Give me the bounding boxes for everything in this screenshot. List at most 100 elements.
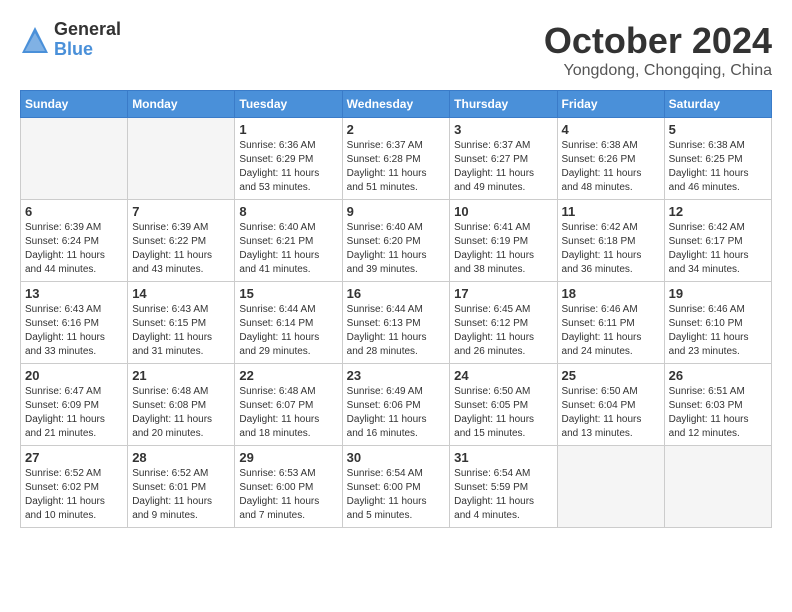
calendar-week-row: 20 Sunrise: 6:47 AM Sunset: 6:09 PM Dayli… xyxy=(21,364,772,446)
day-info: Sunrise: 6:38 AM Sunset: 6:26 PM Dayligh… xyxy=(562,139,660,195)
day-info: Sunrise: 6:38 AM Sunset: 6:25 PM Dayligh… xyxy=(669,139,767,195)
day-number: 22 xyxy=(239,368,337,383)
calendar-day-cell: 16Sunrise: 6:44 AM Sunset: 6:13 PM Dayli… xyxy=(342,282,450,364)
day-info: Sunrise: 6:43 AM Sunset: 6:15 PM Dayligh… xyxy=(132,303,230,359)
calendar-day-cell: 6 Sunrise: 6:39 AM Sunset: 6:24 PM Daylig… xyxy=(21,200,128,282)
day-number: 20 xyxy=(25,368,123,383)
day-number: 27 xyxy=(25,450,123,465)
day-number: 13 xyxy=(25,286,123,301)
day-number: 26 xyxy=(669,368,767,383)
month-title: October 2024 xyxy=(544,20,772,62)
calendar-week-row: 1 Sunrise: 6:36 AM Sunset: 6:29 PM Daylig… xyxy=(21,118,772,200)
calendar-day-cell: 5 Sunrise: 6:38 AM Sunset: 6:25 PM Daylig… xyxy=(664,118,771,200)
day-number: 5 xyxy=(669,122,767,137)
day-number: 7 xyxy=(132,204,230,219)
day-info: Sunrise: 6:53 AM Sunset: 6:00 PM Dayligh… xyxy=(239,467,337,523)
weekday-header-row: SundayMondayTuesdayWednesdayThursdayFrid… xyxy=(21,91,772,118)
calendar-day-cell: 22 Sunrise: 6:48 AM Sunset: 6:07 PM Dayli… xyxy=(235,364,342,446)
calendar-day-cell: 24Sunrise: 6:50 AM Sunset: 6:05 PM Dayli… xyxy=(450,364,557,446)
calendar-day-cell: 29Sunrise: 6:53 AM Sunset: 6:00 PM Dayli… xyxy=(235,446,342,528)
day-info: Sunrise: 6:37 AM Sunset: 6:28 PM Dayligh… xyxy=(347,139,446,195)
calendar-week-row: 6 Sunrise: 6:39 AM Sunset: 6:24 PM Daylig… xyxy=(21,200,772,282)
day-number: 14 xyxy=(132,286,230,301)
calendar-day-cell: 9Sunrise: 6:40 AM Sunset: 6:20 PM Daylig… xyxy=(342,200,450,282)
calendar-day-cell: 10 Sunrise: 6:41 AM Sunset: 6:19 PM Dayli… xyxy=(450,200,557,282)
calendar-day-cell xyxy=(21,118,128,200)
day-info: Sunrise: 6:47 AM Sunset: 6:09 PM Dayligh… xyxy=(25,385,123,441)
day-number: 23 xyxy=(347,368,446,383)
calendar-day-cell: 14 Sunrise: 6:43 AM Sunset: 6:15 PM Dayli… xyxy=(128,282,235,364)
calendar-day-cell: 8Sunrise: 6:40 AM Sunset: 6:21 PM Daylig… xyxy=(235,200,342,282)
calendar-day-cell: 27 Sunrise: 6:52 AM Sunset: 6:02 PM Dayli… xyxy=(21,446,128,528)
calendar-day-cell: 28 Sunrise: 6:52 AM Sunset: 6:01 PM Dayli… xyxy=(128,446,235,528)
day-info: Sunrise: 6:44 AM Sunset: 6:13 PM Dayligh… xyxy=(347,303,446,359)
weekday-header: Monday xyxy=(128,91,235,118)
weekday-header: Sunday xyxy=(21,91,128,118)
day-info: Sunrise: 6:44 AM Sunset: 6:14 PM Dayligh… xyxy=(239,303,337,359)
calendar-day-cell: 17 Sunrise: 6:45 AM Sunset: 6:12 PM Dayli… xyxy=(450,282,557,364)
day-number: 1 xyxy=(239,122,337,137)
day-number: 18 xyxy=(562,286,660,301)
calendar-day-cell: 26 Sunrise: 6:51 AM Sunset: 6:03 PM Dayli… xyxy=(664,364,771,446)
day-number: 25 xyxy=(562,368,660,383)
calendar-day-cell: 30Sunrise: 6:54 AM Sunset: 6:00 PM Dayli… xyxy=(342,446,450,528)
day-number: 10 xyxy=(454,204,552,219)
calendar-week-row: 13 Sunrise: 6:43 AM Sunset: 6:16 PM Dayli… xyxy=(21,282,772,364)
calendar-day-cell xyxy=(557,446,664,528)
day-number: 9 xyxy=(347,204,446,219)
weekday-header: Thursday xyxy=(450,91,557,118)
calendar-day-cell: 25 Sunrise: 6:50 AM Sunset: 6:04 PM Dayli… xyxy=(557,364,664,446)
page-header: General Blue October 2024 Yongdong, Chon… xyxy=(20,20,772,80)
calendar-day-cell: 19 Sunrise: 6:46 AM Sunset: 6:10 PM Dayli… xyxy=(664,282,771,364)
calendar-day-cell: 12Sunrise: 6:42 AM Sunset: 6:17 PM Dayli… xyxy=(664,200,771,282)
day-info: Sunrise: 6:41 AM Sunset: 6:19 PM Dayligh… xyxy=(454,221,552,277)
logo: General Blue xyxy=(20,20,121,60)
logo-text: General Blue xyxy=(54,20,121,60)
day-number: 31 xyxy=(454,450,552,465)
day-number: 11 xyxy=(562,204,660,219)
calendar-day-cell: 18 Sunrise: 6:46 AM Sunset: 6:11 PM Dayli… xyxy=(557,282,664,364)
calendar-day-cell xyxy=(128,118,235,200)
day-number: 28 xyxy=(132,450,230,465)
day-info: Sunrise: 6:43 AM Sunset: 6:16 PM Dayligh… xyxy=(25,303,123,359)
day-info: Sunrise: 6:42 AM Sunset: 6:17 PM Dayligh… xyxy=(669,221,767,277)
calendar-day-cell: 20 Sunrise: 6:47 AM Sunset: 6:09 PM Dayli… xyxy=(21,364,128,446)
logo-icon xyxy=(20,25,50,55)
day-number: 4 xyxy=(562,122,660,137)
day-number: 3 xyxy=(454,122,552,137)
calendar-day-cell: 15Sunrise: 6:44 AM Sunset: 6:14 PM Dayli… xyxy=(235,282,342,364)
day-info: Sunrise: 6:42 AM Sunset: 6:18 PM Dayligh… xyxy=(562,221,660,277)
day-info: Sunrise: 6:39 AM Sunset: 6:24 PM Dayligh… xyxy=(25,221,123,277)
weekday-header: Friday xyxy=(557,91,664,118)
day-info: Sunrise: 6:54 AM Sunset: 5:59 PM Dayligh… xyxy=(454,467,552,523)
day-info: Sunrise: 6:46 AM Sunset: 6:11 PM Dayligh… xyxy=(562,303,660,359)
day-number: 8 xyxy=(239,204,337,219)
day-info: Sunrise: 6:52 AM Sunset: 6:02 PM Dayligh… xyxy=(25,467,123,523)
day-number: 6 xyxy=(25,204,123,219)
day-info: Sunrise: 6:50 AM Sunset: 6:04 PM Dayligh… xyxy=(562,385,660,441)
calendar-day-cell: 4 Sunrise: 6:38 AM Sunset: 6:26 PM Daylig… xyxy=(557,118,664,200)
logo-blue-text: Blue xyxy=(54,40,121,60)
day-info: Sunrise: 6:51 AM Sunset: 6:03 PM Dayligh… xyxy=(669,385,767,441)
day-number: 17 xyxy=(454,286,552,301)
day-info: Sunrise: 6:39 AM Sunset: 6:22 PM Dayligh… xyxy=(132,221,230,277)
calendar-day-cell: 13 Sunrise: 6:43 AM Sunset: 6:16 PM Dayli… xyxy=(21,282,128,364)
day-number: 2 xyxy=(347,122,446,137)
day-number: 19 xyxy=(669,286,767,301)
calendar-day-cell: 21Sunrise: 6:48 AM Sunset: 6:08 PM Dayli… xyxy=(128,364,235,446)
calendar-day-cell: 7 Sunrise: 6:39 AM Sunset: 6:22 PM Daylig… xyxy=(128,200,235,282)
calendar-day-cell: 31 Sunrise: 6:54 AM Sunset: 5:59 PM Dayli… xyxy=(450,446,557,528)
day-info: Sunrise: 6:49 AM Sunset: 6:06 PM Dayligh… xyxy=(347,385,446,441)
day-number: 21 xyxy=(132,368,230,383)
calendar-day-cell: 1 Sunrise: 6:36 AM Sunset: 6:29 PM Daylig… xyxy=(235,118,342,200)
day-info: Sunrise: 6:46 AM Sunset: 6:10 PM Dayligh… xyxy=(669,303,767,359)
calendar-day-cell: 11 Sunrise: 6:42 AM Sunset: 6:18 PM Dayli… xyxy=(557,200,664,282)
day-info: Sunrise: 6:45 AM Sunset: 6:12 PM Dayligh… xyxy=(454,303,552,359)
day-info: Sunrise: 6:48 AM Sunset: 6:07 PM Dayligh… xyxy=(239,385,337,441)
calendar-day-cell: 23 Sunrise: 6:49 AM Sunset: 6:06 PM Dayli… xyxy=(342,364,450,446)
day-info: Sunrise: 6:36 AM Sunset: 6:29 PM Dayligh… xyxy=(239,139,337,195)
weekday-header: Saturday xyxy=(664,91,771,118)
day-info: Sunrise: 6:52 AM Sunset: 6:01 PM Dayligh… xyxy=(132,467,230,523)
day-info: Sunrise: 6:37 AM Sunset: 6:27 PM Dayligh… xyxy=(454,139,552,195)
day-number: 24 xyxy=(454,368,552,383)
